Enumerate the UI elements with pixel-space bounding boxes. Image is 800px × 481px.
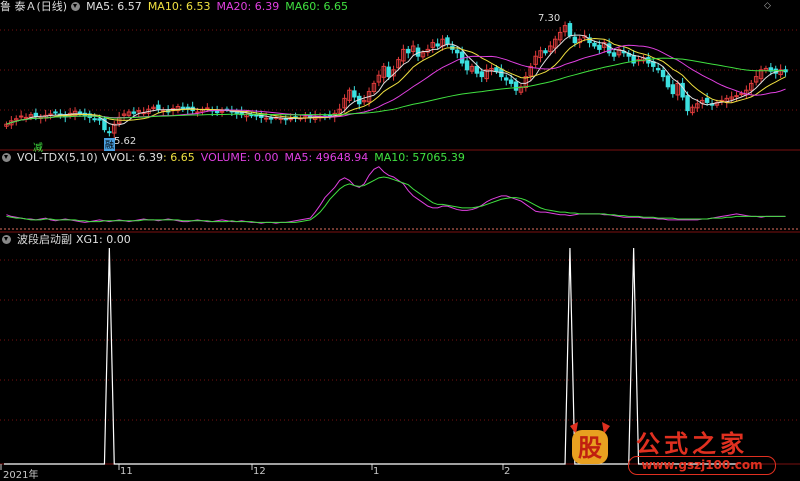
candle-body [205, 107, 210, 110]
candle-body [655, 67, 661, 71]
candle-body [704, 97, 710, 103]
fin-marker[interactable]: 融 [104, 138, 116, 151]
x-label-2021: 2021年 [3, 470, 39, 481]
candle-body [53, 111, 58, 114]
candle-body [97, 118, 102, 121]
candle-body [572, 36, 578, 44]
candle-body [92, 118, 97, 121]
x-label-11: 11 [120, 466, 133, 477]
ma5-value: MA5: 6.57 [86, 0, 142, 13]
candle-body [180, 106, 186, 109]
watermark-url[interactable]: www.gszj100.com [628, 456, 776, 475]
ma10-value: MA10: 6.53 [147, 0, 211, 13]
candle-body [352, 90, 357, 98]
candle-body [48, 113, 53, 116]
xg-title[interactable]: 波段启动副 [17, 233, 72, 246]
high-price-label: 7.30 [538, 13, 561, 24]
chevron-down-circle-icon[interactable] [71, 2, 81, 11]
ma60-value: MA60: 6.65 [285, 0, 348, 13]
candle-body [508, 79, 514, 84]
xg1-line [4, 247, 738, 465]
stock-title[interactable]: 鲁 泰Ａ(日线) [0, 0, 67, 13]
candle-body [567, 23, 573, 37]
candle-body [131, 111, 137, 114]
x-label-1: 1 [373, 466, 380, 477]
chevron-down-circle-icon[interactable] [2, 235, 11, 244]
candle-body [685, 95, 690, 112]
candle-body [249, 114, 254, 117]
xg1-value: XG1: 0.00 [76, 233, 131, 246]
ma20-value: MA20: 6.39 [216, 0, 280, 13]
candle-body [597, 44, 602, 50]
candle-body [283, 118, 288, 121]
candle-body [455, 49, 460, 54]
xg-panel-header: 波段启动副 XG1: 0.00 [0, 233, 137, 247]
candle-body [494, 67, 499, 72]
reduce-marker[interactable]: 减 [33, 139, 43, 154]
gu-char: 股 [578, 434, 602, 462]
candle-body [156, 104, 161, 110]
x-label-2: 2 [504, 466, 511, 477]
volume-value: VOLUME: 0.00 [200, 151, 279, 164]
vol-ma5-line [6, 166, 786, 224]
candle-body [268, 117, 274, 120]
main-panel-header: 鲁 泰Ａ(日线) MA5: 6.57 MA10: 6.53 MA20: 6.39 MA6… [0, 0, 354, 14]
candle-body [435, 43, 440, 47]
candle-body [33, 112, 39, 117]
candle-body [386, 66, 391, 78]
vvol2-value: : 6.65 [163, 151, 195, 164]
candle-body [23, 116, 29, 119]
candle-body [592, 42, 597, 47]
candle-body [734, 95, 739, 98]
candle-body [107, 131, 112, 134]
vol-panel-header: VOL-TDX(5,10) VVOL: 6.39: 6.65 VOLUME: 0.0… [0, 151, 471, 165]
watermark-title: 公式之家 [636, 429, 748, 458]
vol-ma10-line [6, 176, 786, 223]
candle-body [263, 117, 269, 120]
candle-body [670, 84, 676, 95]
chevron-down-circle-icon[interactable] [2, 153, 11, 162]
candle-body [445, 37, 450, 45]
chevron-up-icon[interactable]: ◇ [764, 1, 774, 11]
low-price-label: 5.62 [114, 136, 137, 147]
candle-body [543, 50, 548, 54]
gu-logo-icon: 股 [570, 422, 610, 464]
candle-body [219, 110, 225, 113]
x-label-12: 12 [253, 466, 266, 477]
candle-body [214, 110, 220, 114]
candle-body [611, 52, 617, 57]
candle-body [504, 77, 509, 81]
candle-body [406, 48, 411, 54]
candle-body [739, 93, 744, 96]
vol-title[interactable]: VOL-TDX(5,10) [17, 151, 98, 164]
candle-body [18, 115, 24, 118]
candle-body [479, 71, 484, 78]
candle-body [513, 81, 519, 91]
candle-body [474, 65, 480, 74]
candle-body [660, 69, 666, 78]
vol-ma10-value: MA10: 57065.39 [374, 151, 465, 164]
candle-body [464, 60, 470, 71]
vol-ma5-value: MA5: 49648.94 [284, 151, 369, 164]
candle-body [665, 75, 671, 88]
vvol-value: VVOL: 6.39 [101, 151, 164, 164]
